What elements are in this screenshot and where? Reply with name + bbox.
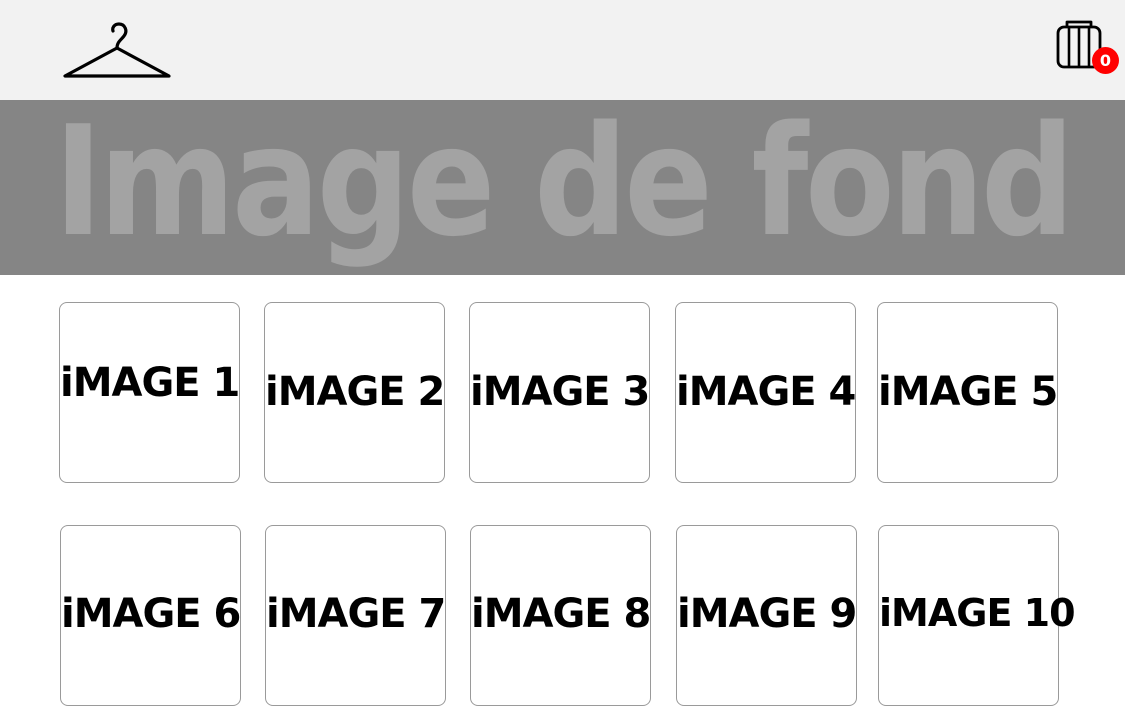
product-label: iMAGE 9 xyxy=(677,591,857,637)
product-label: iMAGE 3 xyxy=(470,369,650,415)
product-label: iMAGE 5 xyxy=(878,369,1058,415)
product-card[interactable]: iMAGE 1 xyxy=(59,302,240,483)
product-card[interactable]: iMAGE 2 xyxy=(264,302,445,483)
product-card[interactable]: iMAGE 7 xyxy=(265,525,446,706)
product-label: iMAGE 10 xyxy=(879,591,1076,635)
product-label: iMAGE 1 xyxy=(60,360,240,406)
product-card[interactable]: iMAGE 3 xyxy=(469,302,650,483)
site-header: 0 xyxy=(0,0,1125,100)
product-card[interactable]: iMAGE 4 xyxy=(675,302,856,483)
product-card[interactable]: iMAGE 8 xyxy=(470,525,651,706)
hanger-icon[interactable] xyxy=(62,20,172,82)
cart-count-badge: 0 xyxy=(1092,47,1119,74)
product-label: iMAGE 8 xyxy=(471,591,651,637)
product-label: iMAGE 4 xyxy=(676,369,856,415)
product-card[interactable]: iMAGE 5 xyxy=(877,302,1058,483)
hero-text: Image de fond xyxy=(53,100,1075,270)
product-label: iMAGE 6 xyxy=(61,591,241,637)
product-card[interactable]: iMAGE 9 xyxy=(676,525,857,706)
product-label: iMAGE 2 xyxy=(265,369,445,415)
product-card[interactable]: iMAGE 10 xyxy=(878,525,1076,706)
product-card[interactable]: iMAGE 6 xyxy=(60,525,241,706)
product-label: iMAGE 7 xyxy=(266,591,446,637)
hero-banner: Image de fond xyxy=(0,100,1125,275)
